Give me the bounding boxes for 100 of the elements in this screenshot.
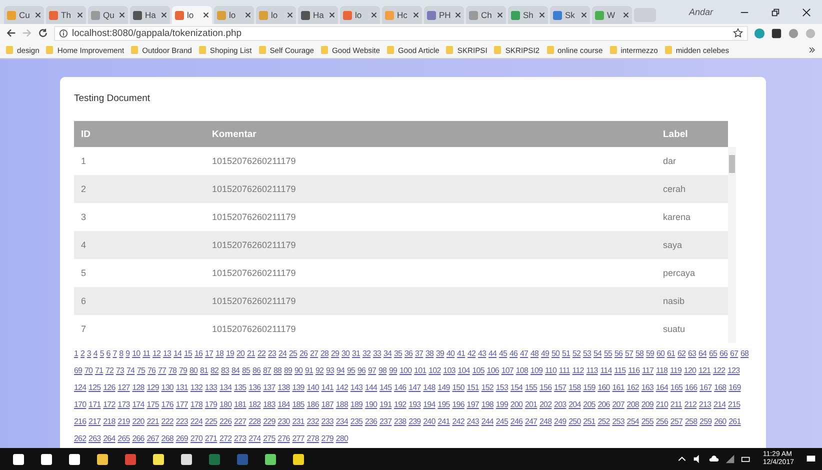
page-link[interactable]: 150 <box>452 379 464 396</box>
page-link[interactable]: 163 <box>641 379 654 396</box>
page-link[interactable]: 65 <box>708 345 718 362</box>
page-link[interactable]: 170 <box>74 396 86 413</box>
page-link[interactable]: 189 <box>350 396 363 413</box>
page-link[interactable]: 77 <box>158 362 166 379</box>
page-link[interactable]: 141 <box>321 379 334 396</box>
page-link[interactable]: 237 <box>379 413 392 430</box>
page-link[interactable]: 214 <box>713 396 726 413</box>
page-link[interactable]: 28 <box>320 345 329 362</box>
page-link[interactable]: 198 <box>481 396 494 413</box>
scrollbar[interactable] <box>728 147 736 343</box>
page-link[interactable]: 222 <box>161 413 174 430</box>
page-link[interactable]: 108 <box>516 362 528 379</box>
page-link[interactable]: 246 <box>510 413 523 430</box>
page-link[interactable]: 121 <box>698 362 711 379</box>
page-link[interactable]: 228 <box>248 413 261 430</box>
page-link[interactable]: 225 <box>204 413 218 430</box>
page-link[interactable]: 235 <box>350 413 363 430</box>
page-link[interactable]: 82 <box>210 362 219 379</box>
page-link[interactable]: 148 <box>423 379 436 396</box>
page-link[interactable]: 69 <box>74 362 82 379</box>
page-link[interactable]: 10 <box>132 345 140 362</box>
page-link[interactable]: 239 <box>408 413 421 430</box>
close-icon[interactable] <box>119 12 125 18</box>
page-link[interactable]: 84 <box>232 362 240 379</box>
page-link[interactable]: 260 <box>714 413 726 430</box>
browser-tab[interactable]: Cu <box>4 6 44 24</box>
page-link[interactable]: 269 <box>176 430 188 447</box>
page-link[interactable]: 51 <box>562 345 570 362</box>
page-link[interactable]: 73 <box>116 362 124 379</box>
page-link[interactable]: 70 <box>84 362 93 379</box>
page-link[interactable]: 98 <box>378 362 387 379</box>
browser-tab[interactable]: lo <box>172 6 212 24</box>
star-icon[interactable] <box>733 28 743 38</box>
page-link[interactable]: 60 <box>656 345 665 362</box>
page-link[interactable]: 213 <box>698 396 712 413</box>
page-link[interactable]: 25 <box>288 345 298 362</box>
close-icon[interactable] <box>413 12 419 18</box>
close-icon[interactable] <box>35 12 41 18</box>
page-link[interactable]: 248 <box>540 413 552 430</box>
page-link[interactable]: 232 <box>306 413 319 430</box>
page-link[interactable]: 229 <box>263 413 276 430</box>
page-link[interactable]: 177 <box>176 396 188 413</box>
page-link[interactable]: 8 <box>119 345 124 362</box>
page-link[interactable]: 165 <box>670 379 683 396</box>
page-link[interactable]: 5 <box>100 345 104 362</box>
page-link[interactable]: 238 <box>394 413 406 430</box>
page-link[interactable]: 124 <box>74 379 86 396</box>
page-link[interactable]: 113 <box>586 362 598 379</box>
page-link[interactable]: 167 <box>700 379 712 396</box>
page-link[interactable]: 169 <box>728 379 741 396</box>
page-link[interactable]: 230 <box>278 413 290 430</box>
page-link[interactable]: 227 <box>234 413 246 430</box>
page-link[interactable]: 245 <box>496 413 508 430</box>
page-link[interactable]: 68 <box>740 345 749 362</box>
page-link[interactable]: 272 <box>219 430 232 447</box>
page-link[interactable]: 48 <box>530 345 539 362</box>
page-link[interactable]: 125 <box>88 379 101 396</box>
page-link[interactable]: 257 <box>670 413 683 430</box>
browser-tab[interactable]: Sh <box>508 6 548 24</box>
page-link[interactable]: 17 <box>204 345 214 362</box>
page-link[interactable]: 268 <box>161 430 174 447</box>
page-link[interactable]: 112 <box>572 362 584 379</box>
page-link[interactable]: 172 <box>103 396 116 413</box>
page-link[interactable]: 109 <box>530 362 543 379</box>
page-link[interactable]: 63 <box>688 345 696 362</box>
page-link[interactable]: 64 <box>698 345 707 362</box>
page-link[interactable]: 241 <box>438 413 450 430</box>
address-field[interactable]: localhost:8080/gappala/tokenization.php <box>54 26 748 40</box>
signal-icon[interactable] <box>724 454 735 464</box>
close-icon[interactable] <box>623 12 629 18</box>
close-icon[interactable] <box>802 8 811 16</box>
page-link[interactable]: 34 <box>383 345 392 362</box>
page-link[interactable]: 55 <box>604 345 612 362</box>
page-link[interactable]: 18 <box>215 345 224 362</box>
page-link[interactable]: 88 <box>274 362 282 379</box>
page-link[interactable]: 89 <box>284 362 292 379</box>
page-link[interactable]: 194 <box>423 396 436 413</box>
page-link[interactable]: 240 <box>423 413 436 430</box>
page-link[interactable]: 107 <box>501 362 514 379</box>
page-link[interactable]: 251 <box>583 413 596 430</box>
page-link[interactable]: 20 <box>236 345 245 362</box>
page-link[interactable]: 215 <box>728 396 740 413</box>
page-link[interactable]: 224 <box>190 413 203 430</box>
page-link[interactable]: 87 <box>263 362 272 379</box>
page-link[interactable]: 27 <box>310 345 318 362</box>
page-link[interactable]: 252 <box>598 413 610 430</box>
browser-tab[interactable]: Ha <box>130 6 170 24</box>
page-link[interactable]: 118 <box>656 362 668 379</box>
page-link[interactable]: 146 <box>394 379 406 396</box>
page-link[interactable]: 179 <box>204 396 218 413</box>
page-link[interactable]: 181 <box>234 396 246 413</box>
page-link[interactable]: 173 <box>118 396 130 413</box>
page-link[interactable]: 3 <box>86 345 91 362</box>
page-link[interactable]: 71 <box>95 362 104 379</box>
page-link[interactable]: 96 <box>358 362 366 379</box>
page-link[interactable]: 42 <box>467 345 476 362</box>
page-link[interactable]: 266 <box>132 430 144 447</box>
close-icon[interactable] <box>245 12 251 18</box>
